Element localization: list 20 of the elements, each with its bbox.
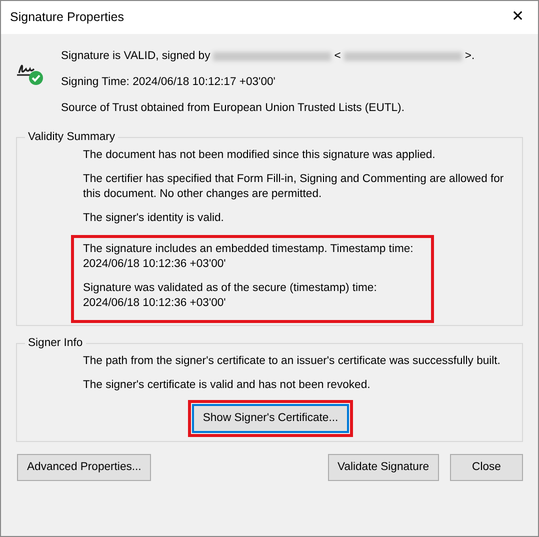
dialog-button[interactable]: Advanced Properties... (17, 454, 152, 481)
group-title: Signer Info (27, 336, 84, 350)
bracket-text: >. (464, 50, 475, 62)
window-title: Signature Properties (10, 9, 124, 26)
status-text: Source of Trust obtained from European Union Trusted Lists (EUTL). (61, 101, 406, 116)
summary-text: The document has not been modified since this signature was applied. (83, 148, 436, 163)
summary-text: The signature includes an embedded timestamp. Timestamp time: 2024/06/18 10:12:36 +03'00' (83, 242, 414, 272)
group-title: Validity Summary (27, 130, 116, 144)
summary-text: Signature was validated as of the secure (timestamp) time: 2024/06/18 10:12:36 +03'00' (83, 281, 378, 311)
info-text: The path from the signer's certificate to an issuer's certificate was successfully built. (83, 354, 502, 369)
show-certificate-button[interactable]: Show Signer's Certificate... (192, 405, 348, 432)
status-text: Signature is VALID, signed by (61, 50, 210, 62)
dialog-button[interactable]: Close (450, 454, 523, 481)
dialog-button[interactable]: Validate Signature (328, 454, 439, 481)
summary-text: The certifier has specified that Form Fill-in, Signing and Commenting are allowed for this document. No other changes are permitted. (83, 172, 505, 202)
status-text: Signing Time: 2024/06/18 10:12:17 +03'00' (61, 75, 276, 90)
close-button[interactable]: ✕ (498, 1, 538, 34)
bracket-text: < (334, 50, 341, 62)
summary-text: The signer's identity is valid. (83, 211, 225, 226)
info-text: The signer's certificate is valid and has not been revoked. (83, 378, 372, 393)
